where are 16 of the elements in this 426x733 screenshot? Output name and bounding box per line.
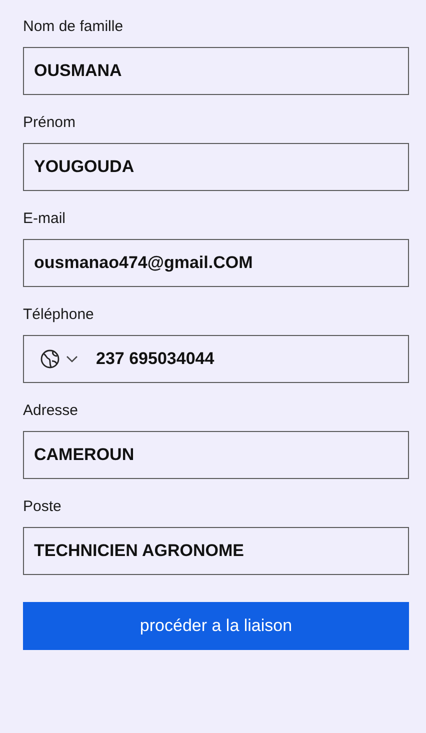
submit-button[interactable]: procéder a la liaison [23,602,409,650]
phone-field[interactable]: 237 695034044 [23,335,409,383]
input-field[interactable]: YOUGOUDA [23,143,409,191]
globe-icon[interactable] [40,349,60,369]
field-label: Prénom [23,114,77,131]
phone-number[interactable]: 237 695034044 [96,349,398,369]
field-label: Adresse [23,402,80,419]
input-field[interactable]: TECHNICIEN AGRONOME [23,527,409,575]
chevron-down-icon[interactable] [66,355,78,363]
field-label: Poste [23,498,62,515]
input-field[interactable]: OUSMANA [23,47,409,95]
field-label: Téléphone [23,306,95,323]
input-field[interactable]: ousmanao474@gmail.COM [23,239,409,287]
field-label: E-mail [23,210,67,227]
field-label: Nom de famille [23,18,124,35]
input-field[interactable]: CAMEROUN [23,431,409,479]
